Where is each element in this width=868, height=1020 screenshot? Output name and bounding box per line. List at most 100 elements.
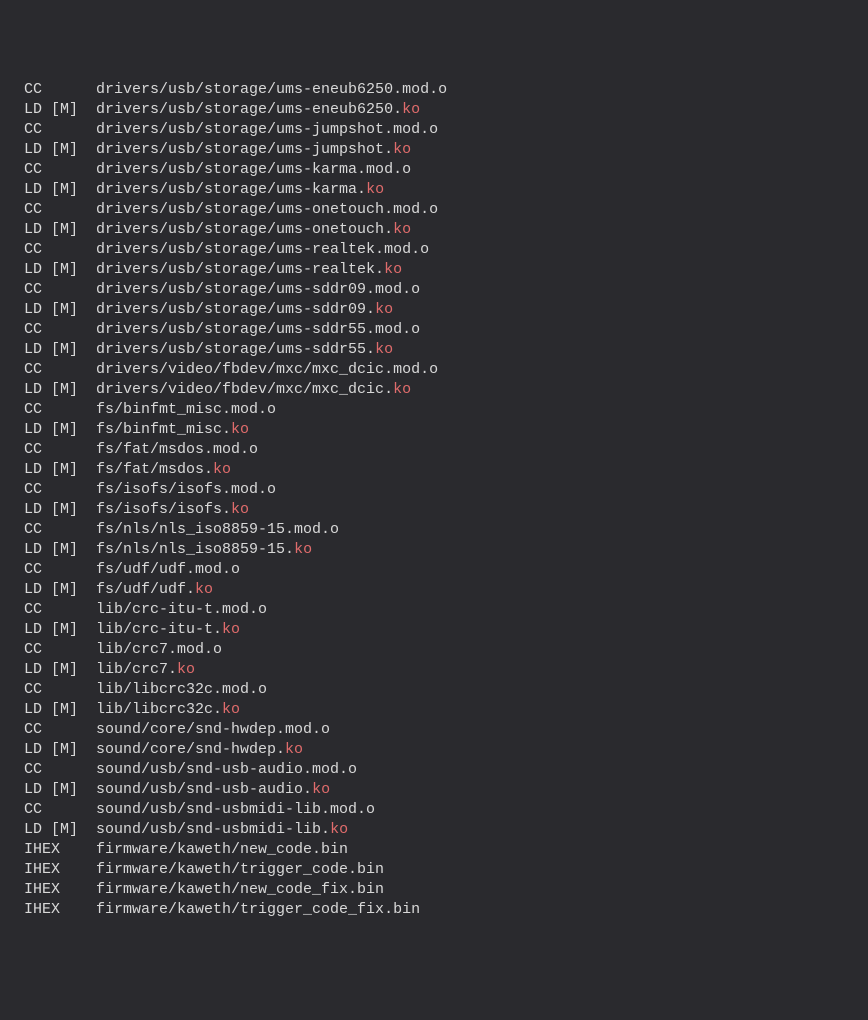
stage-col: LD [M] [24,420,96,440]
stage-col: IHEX [24,900,96,920]
stage-col: LD [M] [24,500,96,520]
stage-col: IHEX [24,840,96,860]
build-line: CCdrivers/usb/storage/ums-onetouch.mod.o [6,200,868,220]
stage-col: LD [M] [24,180,96,200]
stage-label: CC [24,361,42,378]
stage-col: CC [24,80,96,100]
build-line: CCsound/usb/snd-usbmidi-lib.mod.o [6,800,868,820]
ko-highlight: ko [393,381,411,398]
build-path: lib/crc7.mod.o [96,641,222,658]
ko-highlight: ko [285,741,303,758]
stage-label: LD [24,301,42,318]
build-line: CCdrivers/usb/storage/ums-karma.mod.o [6,160,868,180]
stage-col: LD [M] [24,340,96,360]
build-line: CC drivers/usb/storage/ums-realtek.mod.o [6,240,868,260]
ko-highlight: ko [177,661,195,678]
build-line: LD [M]fs/udf/udf.ko [6,580,868,600]
build-line: LD [M]fs/fat/msdos.ko [6,460,868,480]
mark-label: [M] [42,781,78,798]
stage-col: CC [24,680,96,700]
build-path: drivers/usb/storage/ums-eneub6250.mod.o [96,81,447,98]
build-path: sound/usb/snd-usb-audio. [96,781,312,798]
build-line: CCdrivers/usb/storage/ums-jumpshot.mod.o [6,120,868,140]
stage-col: LD [M] [24,580,96,600]
stage-label: LD [24,221,42,238]
mark-label: [M] [42,661,78,678]
ko-highlight: ko [393,221,411,238]
build-path: drivers/usb/storage/ums-sddr55.mod.o [96,321,420,338]
stage-label: CC [24,761,42,778]
mark-label: [M] [42,741,78,758]
build-path: lib/crc-itu-t. [96,621,222,638]
stage-label: CC [24,721,42,738]
build-path: firmware/kaweth/trigger_code_fix.bin [96,901,420,918]
terminal-output[interactable]: CCdrivers/usb/storage/ums-eneub6250.mod.… [6,80,868,920]
build-line: LD [M]lib/crc7.ko [6,660,868,680]
ko-highlight: ko [330,821,348,838]
stage-label: CC [24,601,42,618]
stage-label: CC [24,321,42,338]
build-path: firmware/kaweth/trigger_code.bin [96,861,384,878]
stage-col: CC [24,440,96,460]
stage-label: IHEX [24,841,60,858]
stage-label: LD [24,621,42,638]
stage-col: LD [M] [24,700,96,720]
build-line: CCdrivers/usb/storage/ums-sddr09.mod.o [6,280,868,300]
build-line: CClib/crc7.mod.o [6,640,868,660]
stage-col: CC [24,720,96,740]
stage-label: LD [24,781,42,798]
stage-label: CC [24,481,42,498]
build-path: sound/usb/snd-usbmidi-lib.mod.o [96,801,375,818]
stage-label: LD [24,181,42,198]
build-path: drivers/usb/storage/ums-realtek.mod.o [96,241,429,258]
stage-col: LD [M] [24,380,96,400]
build-line: CCfs/udf/udf.mod.o [6,560,868,580]
stage-col: CC [24,200,96,220]
mark-label: [M] [42,701,78,718]
stage-label: CC [24,281,42,298]
build-path: fs/udf/udf. [96,581,195,598]
build-line: LD [M]lib/crc-itu-t.ko [6,620,868,640]
mark-label: [M] [42,301,78,318]
stage-label: LD [24,821,42,838]
stage-label: LD [24,501,42,518]
stage-col: LD [M] [24,220,96,240]
mark-label: [M] [42,101,78,118]
build-line: CC drivers/usb/storage/ums-sddr55.mod.o [6,320,868,340]
build-path: lib/libcrc32c.mod.o [96,681,267,698]
stage-col: LD [M] [24,300,96,320]
ko-highlight: ko [375,301,393,318]
stage-col: LD [M] [24,260,96,280]
build-line: LD [M]fs/nls/nls_iso8859-15.ko [6,540,868,560]
ko-highlight: ko [393,141,411,158]
build-path: drivers/usb/storage/ums-sddr55. [96,341,375,358]
stage-col: LD [M] [24,780,96,800]
build-path: drivers/usb/storage/ums-karma.mod.o [96,161,411,178]
build-path: lib/libcrc32c. [96,701,222,718]
build-line: IHEX firmware/kaweth/new_code.bin [6,840,868,860]
build-path: firmware/kaweth/new_code.bin [96,841,348,858]
build-path: drivers/usb/storage/ums-jumpshot. [96,141,393,158]
mark-label: [M] [42,381,78,398]
stage-col: CC [24,560,96,580]
build-line: LD [M]drivers/usb/storage/ums-onetouch.k… [6,220,868,240]
stage-col: LD [M] [24,540,96,560]
ko-highlight: ko [231,421,249,438]
stage-label: LD [24,101,42,118]
build-path: fs/isofs/isofs.mod.o [96,481,276,498]
build-path: drivers/video/fbdev/mxc/mxc_dcic.mod.o [96,361,438,378]
stage-col: CC [24,760,96,780]
stage-col: LD [M] [24,100,96,120]
build-path: sound/usb/snd-usbmidi-lib. [96,821,330,838]
ko-highlight: ko [366,181,384,198]
stage-label: IHEX [24,901,60,918]
build-path: fs/isofs/isofs. [96,501,231,518]
build-line: LD [M]fs/binfmt_misc.ko [6,420,868,440]
build-line: LD [M]sound/usb/snd-usb-audio.ko [6,780,868,800]
build-path: drivers/usb/storage/ums-onetouch. [96,221,393,238]
build-line: LD [M]fs/isofs/isofs.ko [6,500,868,520]
stage-label: CC [24,241,42,258]
mark-label: [M] [42,341,78,358]
build-path: fs/fat/msdos.mod.o [96,441,258,458]
mark-label: [M] [42,461,78,478]
